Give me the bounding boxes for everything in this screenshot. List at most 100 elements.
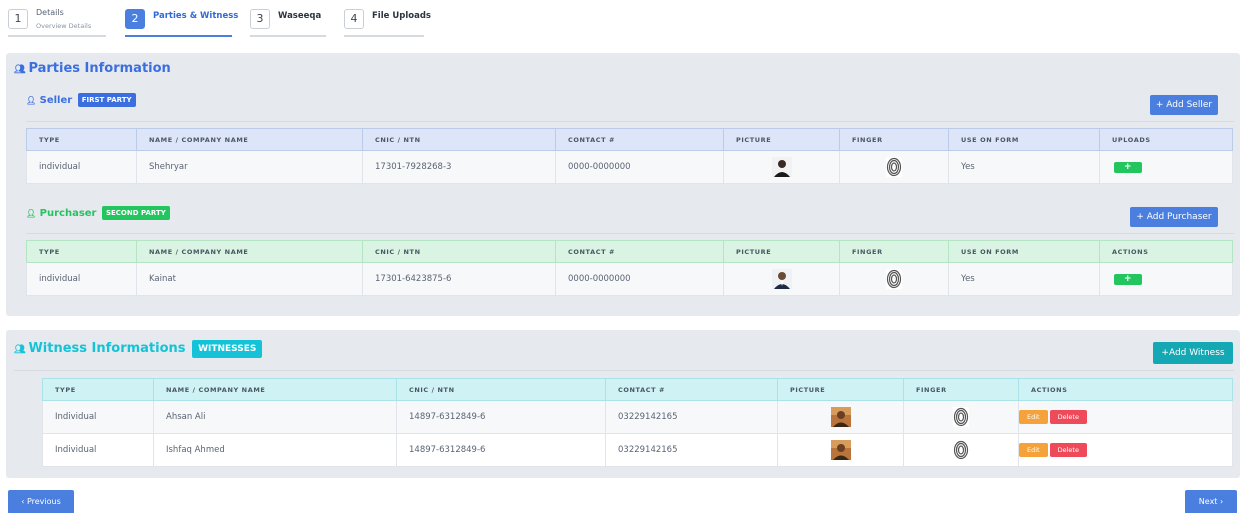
col-type: TYPE: [26, 240, 137, 263]
col-name: NAME / COMPANY NAME: [153, 378, 397, 401]
cell-actions: Edit Delete: [1018, 433, 1233, 467]
table-row: Individual Ahsan Ali 14897-6312849-6 032…: [42, 400, 1233, 434]
col-use-on-form: USE ON FORM: [948, 240, 1100, 263]
divider: [26, 121, 1234, 122]
cell-contact: 03229142165: [605, 433, 778, 467]
second-party-badge: SECOND PARTY: [101, 206, 170, 220]
next-button[interactable]: Next ›: [1185, 490, 1237, 513]
col-name: NAME / COMPANY NAME: [136, 240, 363, 263]
cell-picture: [723, 262, 840, 296]
edit-button[interactable]: Edit: [1019, 410, 1048, 424]
cell-name: Kainat: [136, 262, 363, 296]
cell-actions: +: [1099, 262, 1233, 296]
col-cnic: CNIC / NTN: [396, 378, 606, 401]
step-file-uploads[interactable]: 4 File Uploads: [344, 6, 431, 37]
action-plus-button[interactable]: +: [1114, 273, 1142, 285]
table-row: individual Kainat 17301-6423875-6 0000-0…: [26, 262, 1233, 296]
table-header-row: TYPE NAME / COMPANY NAME CNIC / NTN CONT…: [26, 128, 1233, 151]
cell-cnic: 17301-6423875-6: [362, 262, 556, 296]
step-number: 3: [250, 9, 270, 29]
person-photo-icon[interactable]: [830, 440, 851, 460]
parties-title-text: Parties Information: [28, 61, 171, 76]
cell-type: individual: [26, 262, 137, 296]
col-picture: PICTURE: [723, 128, 840, 151]
step-waseeqa[interactable]: 3 Waseeqa: [250, 6, 326, 37]
witnesses-badge: WITNESSES: [192, 340, 263, 358]
fingerprint-icon[interactable]: [953, 407, 969, 427]
col-finger: FINGER: [903, 378, 1019, 401]
cell-cnic: 14897-6312849-6: [396, 400, 606, 434]
col-use-on-form: USE ON FORM: [948, 128, 1100, 151]
delete-button[interactable]: Delete: [1049, 443, 1087, 457]
delete-button[interactable]: Delete: [1049, 410, 1087, 424]
step-number: 4: [344, 9, 364, 29]
col-finger: FINGER: [839, 128, 949, 151]
cell-uploads: +: [1099, 150, 1233, 184]
cell-picture: [723, 150, 840, 184]
seller-heading: 👤︎ Seller FIRST PARTY: [26, 93, 136, 107]
step-title: File Uploads: [372, 11, 431, 21]
users-icon: 👥︎: [14, 65, 26, 75]
step-underline: [250, 35, 326, 37]
cell-picture: [777, 400, 904, 434]
table-header-row: TYPE NAME / COMPANY NAME CNIC / NTN CONT…: [42, 378, 1233, 401]
first-party-badge: FIRST PARTY: [77, 93, 136, 107]
cell-contact: 0000-0000000: [555, 262, 724, 296]
step-title: Waseeqa: [278, 11, 322, 21]
person-photo-icon[interactable]: [830, 407, 851, 427]
cell-type: Individual: [42, 433, 154, 467]
witness-title-text: Witness Informations: [28, 341, 186, 356]
witness-table: TYPE NAME / COMPANY NAME CNIC / NTN CONT…: [42, 378, 1233, 467]
cell-name: Ahsan Ali: [153, 400, 397, 434]
col-type: TYPE: [26, 128, 137, 151]
cell-finger: [903, 400, 1019, 434]
fingerprint-icon[interactable]: [886, 269, 902, 289]
fingerprint-icon[interactable]: [953, 440, 969, 460]
cell-cnic: 14897-6312849-6: [396, 433, 606, 467]
col-contact: CONTACT #: [605, 378, 778, 401]
col-finger: FINGER: [839, 240, 949, 263]
step-underline: [344, 35, 424, 37]
purchaser-heading: 👤︎ Purchaser SECOND PARTY: [26, 206, 170, 220]
person-photo-icon[interactable]: [771, 269, 792, 289]
users-icon: 👥︎: [14, 345, 26, 355]
parties-panel: 👥︎ Parties Information 👤︎ Seller FIRST PA…: [6, 53, 1240, 316]
col-contact: CONTACT #: [555, 240, 724, 263]
cell-cnic: 17301-7928268-3: [362, 150, 556, 184]
add-seller-button[interactable]: + Add Seller: [1150, 95, 1218, 115]
divider: [14, 370, 1234, 371]
col-picture: PICTURE: [777, 378, 904, 401]
step-parties-witness[interactable]: 2 Parties & Witness: [125, 6, 238, 37]
witness-title: 👥︎ Witness Informations WITNESSES: [14, 340, 263, 358]
col-cnic: CNIC / NTN: [362, 240, 556, 263]
upload-plus-button[interactable]: +: [1114, 161, 1142, 173]
cell-finger: [903, 433, 1019, 467]
user-icon: 👤︎: [26, 209, 37, 218]
person-photo-icon[interactable]: [771, 157, 792, 177]
table-row: Individual Ishfaq Ahmed 14897-6312849-6 …: [42, 433, 1233, 467]
divider: [26, 233, 1234, 234]
col-cnic: CNIC / NTN: [362, 128, 556, 151]
col-uploads: UPLOADS: [1099, 128, 1233, 151]
step-underline: [125, 35, 232, 37]
step-underline: [8, 35, 106, 37]
step-number: 2: [125, 9, 145, 29]
add-witness-button[interactable]: +Add Witness: [1153, 342, 1233, 364]
cell-contact: 03229142165: [605, 400, 778, 434]
seller-label: Seller: [39, 95, 73, 106]
previous-button[interactable]: ‹ Previous: [8, 490, 74, 513]
step-title: Parties & Witness: [153, 11, 239, 21]
table-header-row: TYPE NAME / COMPANY NAME CNIC / NTN CONT…: [26, 240, 1233, 263]
parties-title: 👥︎ Parties Information: [14, 61, 171, 76]
user-icon: 👤︎: [26, 96, 37, 105]
fingerprint-icon[interactable]: [886, 157, 902, 177]
col-picture: PICTURE: [723, 240, 840, 263]
col-type: TYPE: [42, 378, 154, 401]
purchaser-table: TYPE NAME / COMPANY NAME CNIC / NTN CONT…: [26, 240, 1233, 296]
col-actions: ACTIONS: [1099, 240, 1233, 263]
add-purchaser-button[interactable]: + Add Purchaser: [1130, 207, 1218, 227]
col-name: NAME / COMPANY NAME: [136, 128, 363, 151]
edit-button[interactable]: Edit: [1019, 443, 1048, 457]
step-details[interactable]: 1 Details Overview Details: [8, 6, 106, 37]
cell-use-on-form: Yes: [948, 262, 1100, 296]
